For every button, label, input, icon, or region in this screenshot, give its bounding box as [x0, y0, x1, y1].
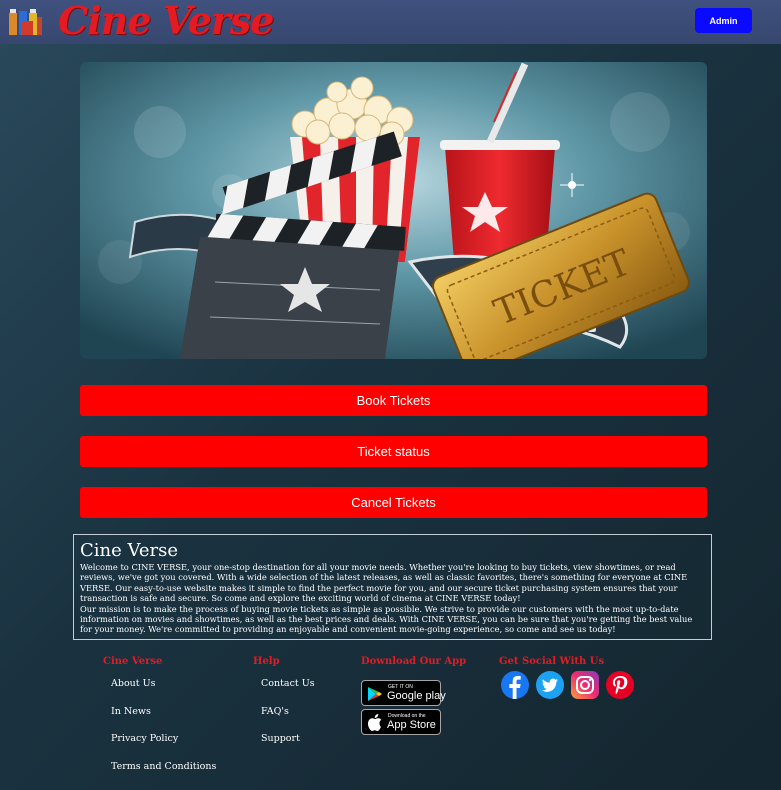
footer-link-about-us[interactable]: About Us	[111, 678, 156, 689]
about-paragraph-2: Our mission is to make the process of bu…	[80, 603, 693, 635]
apple-icon	[368, 714, 382, 731]
admin-button[interactable]: Admin	[695, 8, 752, 33]
footer-link-faqs[interactable]: FAQ's	[261, 706, 289, 717]
footer-title-download: Download Our App	[361, 656, 467, 667]
cancel-tickets-button[interactable]: Cancel Tickets	[80, 487, 707, 518]
book-tickets-button[interactable]: Book Tickets	[80, 385, 707, 416]
footer-column-help: Help	[253, 656, 280, 667]
about-section: Cine Verse Welcome to CINE VERSE, your o…	[73, 534, 712, 640]
footer-column-download: Download Our App	[361, 656, 466, 667]
instagram-icon[interactable]	[571, 671, 599, 699]
footer-link-terms[interactable]: Terms and Conditions	[111, 761, 216, 772]
footer-title-social: Get Social With Us	[499, 656, 605, 667]
footer-title-help: Help	[253, 656, 280, 667]
footer-column-social: Get Social With Us	[499, 656, 604, 667]
footer-link-support[interactable]: Support	[261, 733, 300, 744]
navbar: Cine Verse Admin	[0, 0, 781, 44]
brand-logo-text[interactable]: Cine Verse	[58, 0, 274, 45]
about-title: Cine Verse	[80, 540, 178, 561]
hero-image: TICKET	[80, 62, 707, 359]
app-store-big-text: App Store	[387, 719, 436, 731]
google-play-big-text: Google play	[387, 690, 446, 702]
cinema-logo-icon[interactable]	[9, 7, 43, 39]
footer-link-contact-us[interactable]: Contact Us	[261, 678, 315, 689]
facebook-icon[interactable]	[501, 671, 529, 699]
twitter-icon[interactable]	[536, 671, 564, 699]
ticket-status-button[interactable]: Ticket status	[80, 436, 707, 467]
footer-link-in-news[interactable]: In News	[111, 706, 151, 717]
footer-title-cineverse: Cine Verse	[103, 656, 163, 667]
footer-column-cineverse: Cine Verse	[103, 656, 162, 667]
app-store-badge[interactable]: Download on the App Store	[361, 709, 441, 735]
footer-link-privacy-policy[interactable]: Privacy Policy	[111, 733, 178, 744]
about-paragraph-1: Welcome to CINE VERSE, your one-stop des…	[80, 562, 688, 604]
pinterest-icon[interactable]	[606, 671, 634, 699]
google-play-badge[interactable]: GET IT ON Google play	[361, 680, 446, 706]
google-play-icon	[368, 687, 382, 701]
